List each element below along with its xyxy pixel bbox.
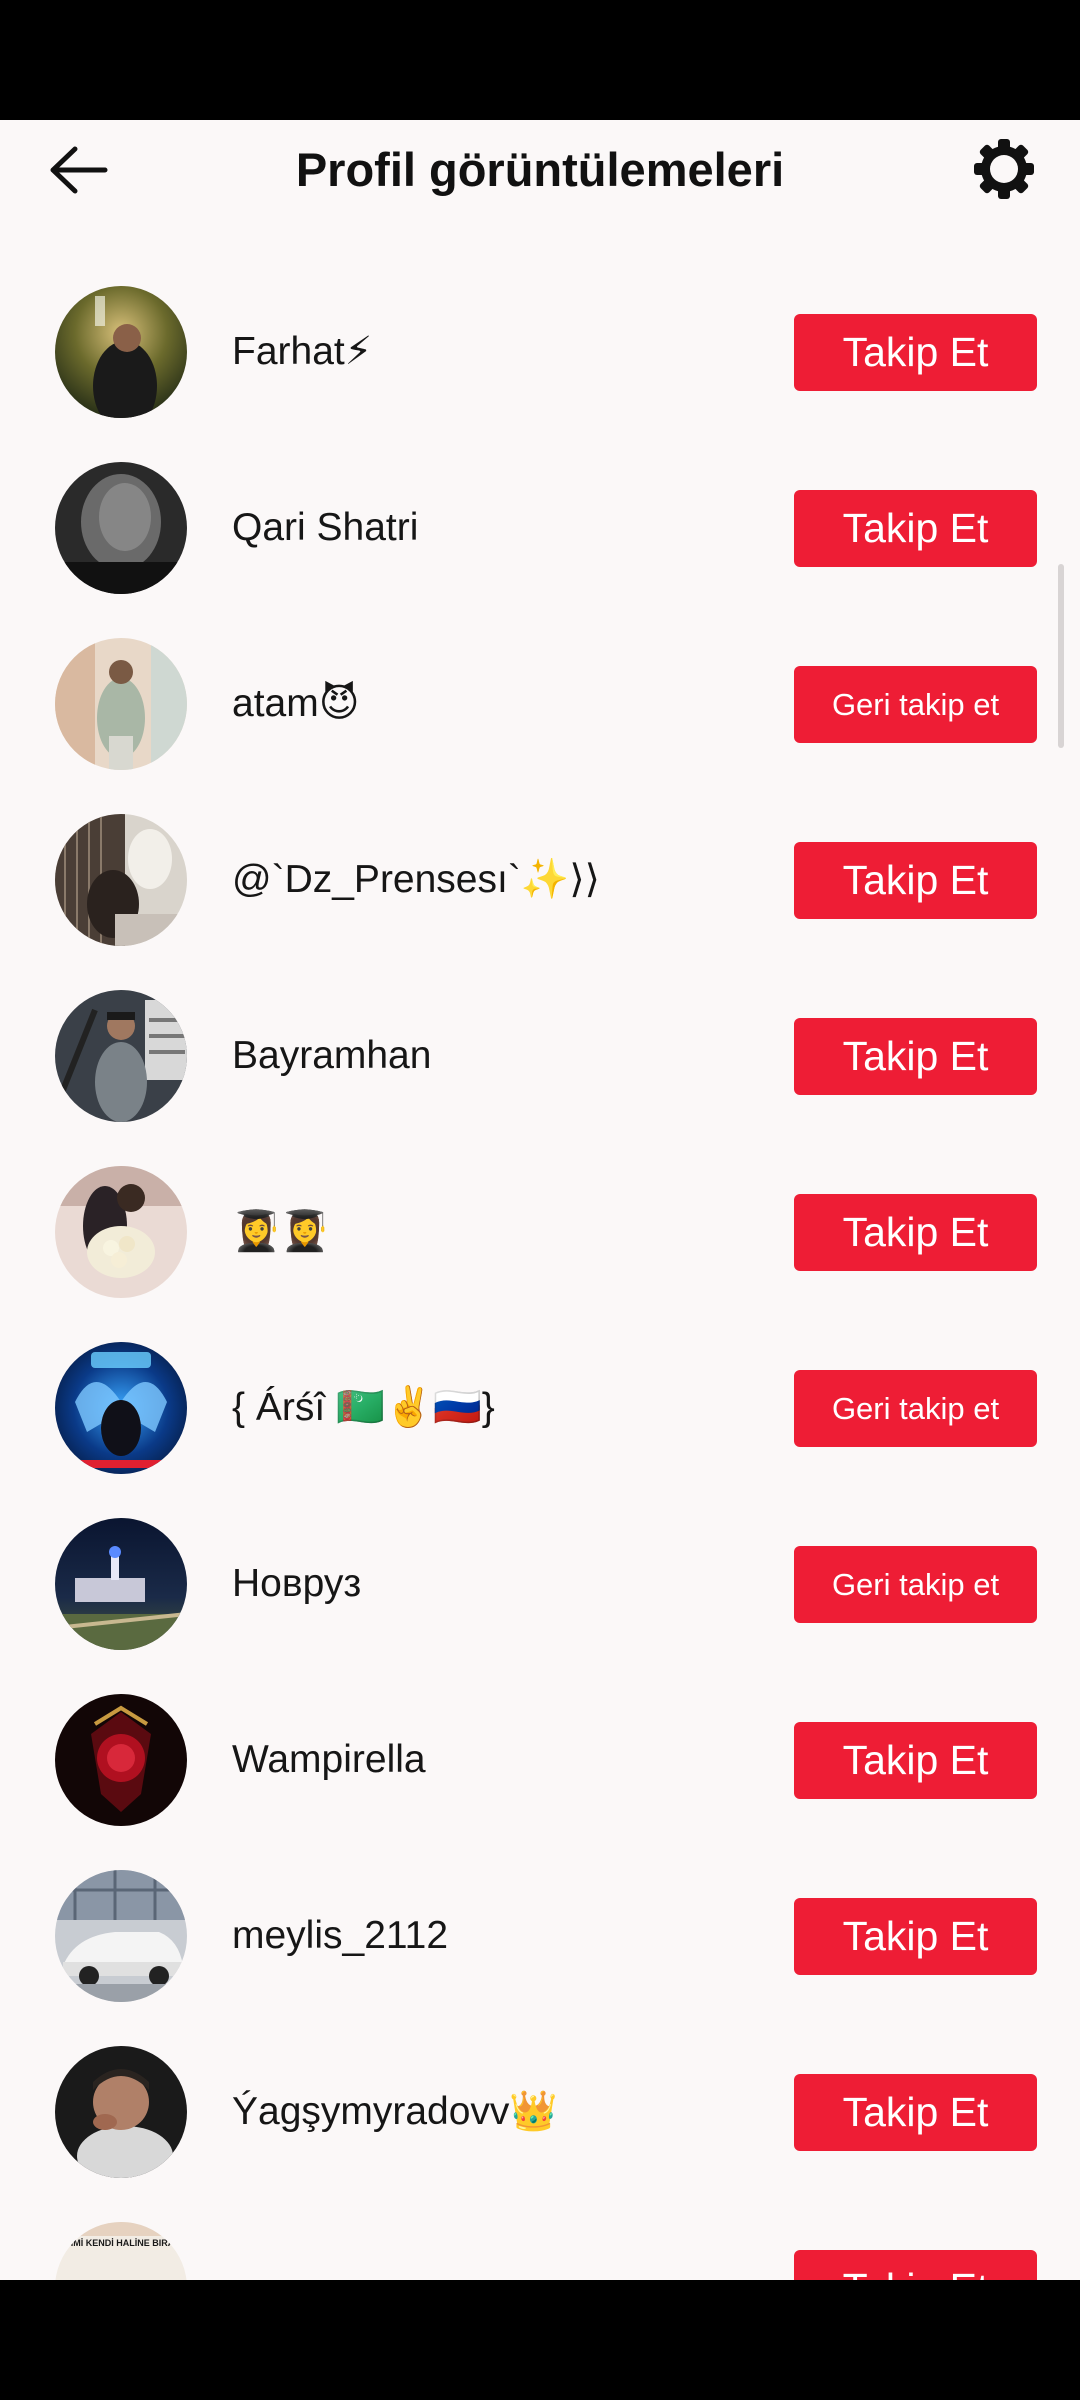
settings-button[interactable] (964, 134, 1044, 204)
top-app-bar: Profil görüntülemeleri (0, 120, 1080, 220)
avatar[interactable] (55, 1694, 187, 1826)
follow-back-button[interactable]: Geri takip et (794, 1546, 1037, 1623)
list-item[interactable]: Ýagşymyradovv👑 Takip Et (0, 2046, 1080, 2222)
list-item[interactable]: Wampirella Takip Et (0, 1694, 1080, 1870)
follow-back-button[interactable]: Geri takip et (794, 666, 1037, 743)
profile-views-screen: Profil görüntülemeleri Farhat⚡ Takip Et … (0, 120, 1080, 2280)
avatar[interactable] (55, 814, 187, 946)
avatar[interactable] (55, 638, 187, 770)
page-title: Profil görüntülemeleri (295, 143, 785, 196)
avatar[interactable]: BU GÜN KENDİMİ KENDİ HALİNE BIRAKTIM NE … (55, 2222, 187, 2280)
follow-back-button[interactable]: Geri takip et (794, 1370, 1037, 1447)
username[interactable]: Qari Shatri (232, 498, 752, 558)
follow-button[interactable]: Takip Et (794, 1018, 1037, 1095)
username[interactable]: { Árśî 🇹🇲✌️🇷🇺} (232, 1378, 752, 1438)
follow-button[interactable]: Takip Et (794, 2074, 1037, 2151)
navigation-bar (0, 2280, 1080, 2400)
list-item[interactable]: Новруз Geri takip et (0, 1518, 1080, 1694)
avatar[interactable] (55, 1518, 187, 1650)
arrow-left-icon (50, 146, 108, 194)
avatar[interactable] (55, 1870, 187, 2002)
username[interactable]: meylis_2112 (232, 1906, 752, 1966)
follow-button[interactable]: Takip Et (794, 490, 1037, 567)
avatar[interactable] (55, 1342, 187, 1474)
list-item[interactable]: Farhat⚡ Takip Et (0, 286, 1080, 462)
follow-button[interactable]: Takip Et (794, 1898, 1037, 1975)
follow-button[interactable]: Takip Et (794, 1194, 1037, 1271)
status-bar (0, 0, 1080, 120)
list-item[interactable]: Bayramhan Takip Et (0, 990, 1080, 1166)
avatar[interactable] (55, 2046, 187, 2178)
username[interactable]: Новруз (232, 1554, 752, 1614)
back-button[interactable] (36, 138, 120, 202)
list-item[interactable]: meylis_2112 Takip Et (0, 1870, 1080, 2046)
username[interactable]: 👩‍🎓👩‍🎓 (232, 1202, 752, 1262)
follow-button[interactable]: Takip Et (794, 314, 1037, 391)
follow-button[interactable]: Takip Et (794, 1722, 1037, 1799)
avatar[interactable] (55, 1166, 187, 1298)
list-item[interactable]: { Árśî 🇹🇲✌️🇷🇺} Geri takip et (0, 1342, 1080, 1518)
username[interactable]: atam😈 (232, 674, 752, 734)
avatar[interactable] (55, 286, 187, 418)
follow-button[interactable]: Takip Et (794, 2250, 1037, 2280)
username[interactable] (232, 2258, 752, 2280)
username[interactable]: @`Dz_Prensesı`✨⟩⟩ (232, 850, 752, 910)
list-item[interactable]: BU GÜN KENDİMİ KENDİ HALİNE BIRAKTIM NE … (0, 2222, 1080, 2280)
follow-button[interactable]: Takip Et (794, 842, 1037, 919)
username[interactable]: Wampirella (232, 1730, 752, 1790)
list-item[interactable]: Qari Shatri Takip Et (0, 462, 1080, 638)
username[interactable]: Bayramhan (232, 1026, 752, 1086)
avatar-caption: BU GÜN KENDİMİ KENDİ HALİNE BIRAKTIM NE … (55, 2238, 187, 2248)
username[interactable]: Ýagşymyradovv👑 (232, 2082, 752, 2142)
username[interactable]: Farhat⚡ (232, 322, 752, 382)
list-item[interactable]: @`Dz_Prensesı`✨⟩⟩ Takip Et (0, 814, 1080, 990)
list-item[interactable]: atam😈 Geri takip et (0, 638, 1080, 814)
gear-icon (974, 139, 1034, 199)
list-item[interactable]: 👩‍🎓👩‍🎓 Takip Et (0, 1166, 1080, 1342)
avatar[interactable] (55, 462, 187, 594)
avatar[interactable] (55, 990, 187, 1122)
